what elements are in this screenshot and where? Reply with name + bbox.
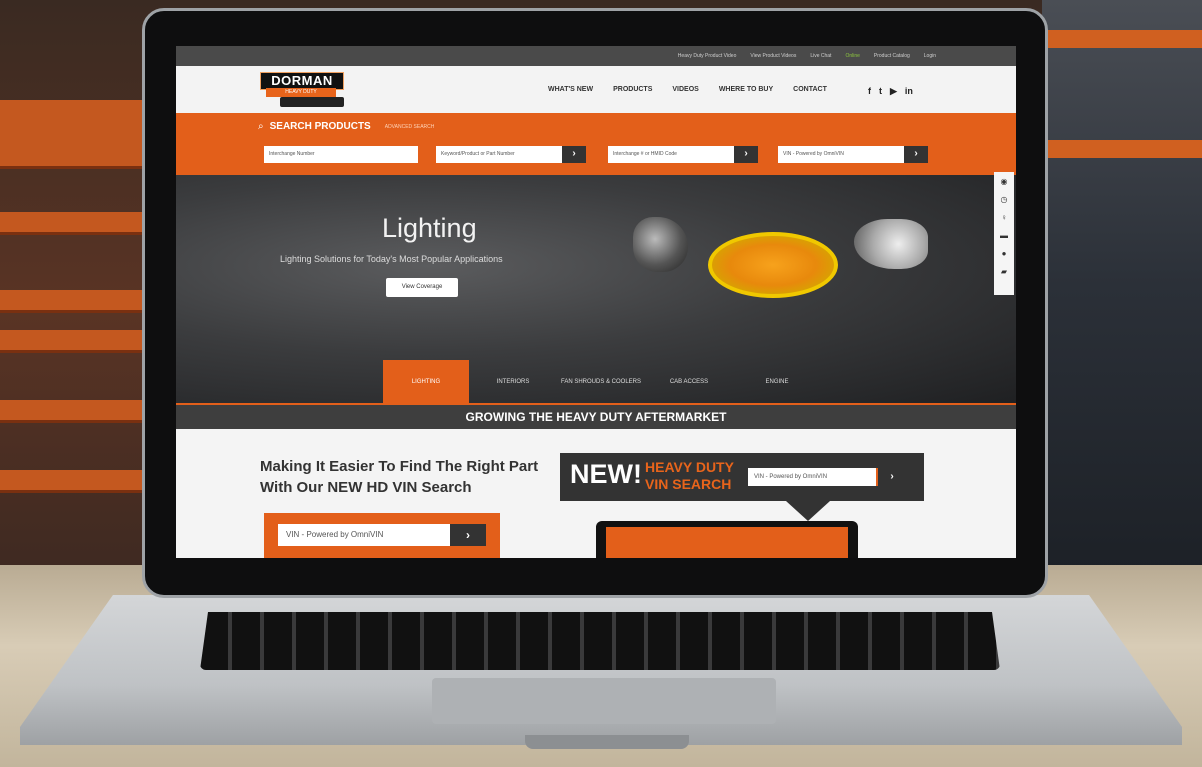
vin-go-button[interactable]: › [904, 146, 928, 163]
utility-link-videos[interactable]: View Product Videos [750, 53, 796, 59]
device-preview-image [596, 521, 858, 558]
truck-icon [280, 97, 344, 107]
hero-title: Lighting [382, 213, 477, 243]
background-machinery [1042, 0, 1202, 570]
nav-whats-new[interactable]: WHAT'S NEW [548, 86, 593, 93]
hd-vin-label: HEAVY DUTY VIN SEARCH [645, 459, 734, 492]
vin-promo: Making It Easier To Find The Right Part … [176, 429, 1016, 558]
hero-carousel: Lighting Lighting Solutions for Today's … [176, 175, 1016, 403]
lightbulb-icon[interactable]: ♀ [1001, 212, 1007, 224]
laptop-keyboard [200, 612, 1000, 670]
tab-cab-access[interactable]: CAB ACCESS [645, 360, 733, 403]
comment-icon[interactable]: ▰ [1001, 266, 1007, 278]
tab-lighting[interactable]: LIGHTING [383, 360, 469, 403]
search-title: SEARCH PRODUCTS [269, 121, 371, 132]
hmid-search: Interchange # or HMID Code › [608, 146, 758, 163]
nav-videos[interactable]: VIDEOS [672, 86, 698, 93]
callout-pointer [786, 501, 830, 521]
hero-subtitle: Lighting Solutions for Today's Most Popu… [280, 254, 503, 264]
nav-where-to-buy[interactable]: WHERE TO BUY [719, 86, 773, 93]
search-panel: ⌕ SEARCH PRODUCTS ADVANCED SEARCH Interc… [176, 113, 1016, 175]
linkedin-icon[interactable]: in [905, 86, 913, 97]
keyword-go-button[interactable]: › [562, 146, 586, 163]
facebook-icon[interactable]: f [868, 86, 871, 97]
hmid-go-button[interactable]: › [734, 146, 758, 163]
utility-link-login[interactable]: Login [924, 53, 936, 59]
tagline-text: GROWING THE HEAVY DUTY AFTERMARKET [465, 410, 727, 424]
twitter-icon[interactable]: t [879, 86, 882, 97]
tab-interiors[interactable]: INTERIORS [469, 360, 557, 403]
utility-link-hd-video[interactable]: Heavy Duty Product Video [678, 53, 737, 59]
utility-bar: Heavy Duty Product Video View Product Vi… [176, 46, 1016, 66]
promo-vin-search: VIN - Powered by OmniVIN › [264, 513, 500, 558]
background-shelf [0, 470, 160, 493]
dorman-logo[interactable]: DORMAN HEAVY DUTY [260, 72, 350, 108]
promo-vin-go-button[interactable]: › [450, 524, 486, 546]
view-coverage-button[interactable]: View Coverage [386, 278, 458, 297]
marker-lamp-image [708, 232, 838, 298]
live-chat-status: Online [845, 53, 860, 59]
laptop-trackpad[interactable] [432, 678, 776, 724]
background-shelf [0, 100, 160, 169]
vin-search: VIN - Powered by OmniVIN › [778, 146, 928, 163]
nav-contact[interactable]: CONTACT [793, 86, 827, 93]
laptop-screen: Heavy Duty Product Video View Product Vi… [176, 46, 1016, 558]
advanced-search-link[interactable]: ADVANCED SEARCH [385, 124, 435, 130]
headlamp-image [633, 217, 688, 272]
truck-icon[interactable]: ▬ [1000, 230, 1008, 242]
nav-products[interactable]: PRODUCTS [613, 86, 652, 93]
social-links: f t ▶ in [868, 86, 913, 97]
promo-headline: Making It Easier To Find The Right Part … [260, 458, 539, 496]
background-shelf [0, 212, 160, 235]
banner-vin-go-button[interactable]: › [876, 468, 906, 486]
new-label: NEW! [570, 459, 642, 489]
new-icon[interactable]: ◉ [1001, 176, 1008, 188]
background-shelf [0, 330, 160, 353]
tagline-banner: GROWING THE HEAVY DUTY AFTERMARKET [176, 403, 1016, 429]
youtube-icon[interactable]: ▶ [890, 86, 897, 97]
utility-link-catalog[interactable]: Product Catalog [874, 53, 910, 59]
promo-vin-input[interactable]: VIN - Powered by OmniVIN [278, 524, 450, 546]
vin-input[interactable]: VIN - Powered by OmniVIN [778, 146, 904, 163]
floating-sidebar: ◉ ◷ ♀ ▬ ● ▰ [994, 172, 1014, 295]
search-icon: ⌕ [258, 121, 264, 132]
main-nav: WHAT'S NEW PRODUCTS VIDEOS WHERE TO BUY … [548, 86, 827, 93]
keyword-input[interactable]: Keyword/Product or Part Number [436, 146, 562, 163]
interchange-input[interactable]: Interchange Number [264, 146, 418, 163]
background-shelf [0, 290, 160, 313]
new-vin-banner: NEW! HEAVY DUTY VIN SEARCH VIN - Powered… [560, 453, 924, 501]
logo-subtitle: HEAVY DUTY [266, 88, 336, 97]
background-shelf [0, 400, 160, 423]
site-header: DORMAN HEAVY DUTY WHAT'S NEW PRODUCTS VI… [176, 66, 1016, 113]
clock-icon[interactable]: ◷ [1001, 194, 1008, 206]
category-tabs: LIGHTING INTERIORS FAN SHROUDS & COOLERS… [383, 360, 821, 403]
hmid-input[interactable]: Interchange # or HMID Code [608, 146, 734, 163]
tab-fan-shrouds[interactable]: FAN SHROUDS & COOLERS [557, 360, 645, 403]
search-heading: ⌕ SEARCH PRODUCTS ADVANCED SEARCH [258, 121, 434, 132]
interchange-search: Interchange Number [264, 146, 418, 163]
banner-vin-input[interactable]: VIN - Powered by OmniVIN [748, 468, 876, 486]
keyword-search: Keyword/Product or Part Number › [436, 146, 586, 163]
device-preview-screen [606, 527, 848, 558]
headlight-image [854, 219, 928, 269]
laptop-notch [525, 735, 689, 749]
chat-icon[interactable]: ● [1002, 248, 1007, 260]
utility-link-live-chat[interactable]: Live Chat [810, 53, 831, 59]
tab-engine[interactable]: ENGINE [733, 360, 821, 403]
